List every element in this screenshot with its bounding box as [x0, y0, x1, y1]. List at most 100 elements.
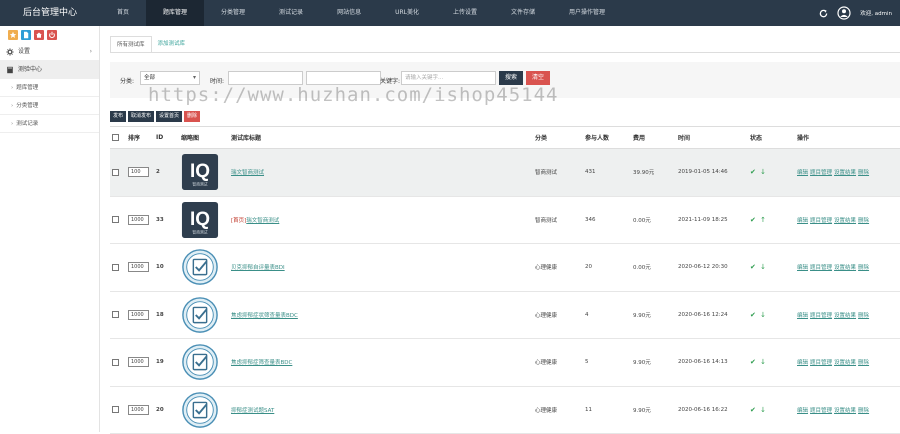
search-button[interactable]: 搜索	[499, 71, 523, 85]
sort-order-input[interactable]: 1000	[128, 262, 149, 273]
start-time-input[interactable]	[228, 71, 303, 85]
row-id: 19	[156, 359, 164, 366]
delete-link[interactable]: 删除	[858, 408, 869, 414]
row-time: 2021-11-09 18:25	[676, 196, 748, 244]
delete-link[interactable]: 删除	[858, 170, 869, 176]
sidebar-subitem[interactable]: › 题库管理	[0, 79, 99, 97]
test-title-link[interactable]: 焦虑抑郁症筛查量表BDC	[231, 360, 292, 366]
clear-button[interactable]: 清空	[526, 71, 550, 85]
edit-link[interactable]: 编辑	[797, 408, 808, 414]
select-all-checkbox[interactable]	[110, 126, 126, 149]
edit-link[interactable]: 编辑	[797, 170, 808, 176]
question-manage-link[interactable]: 题目管理	[810, 408, 832, 414]
delete-link[interactable]: 删除	[858, 313, 869, 319]
top-nav-item[interactable]: 上传设置	[436, 0, 494, 26]
set-result-link[interactable]: 设置结果	[834, 360, 856, 366]
question-manage-link[interactable]: 题目管理	[810, 360, 832, 366]
test-title-link[interactable]: 焦虑抑郁症状筛查量表BDC	[231, 313, 298, 319]
row-checkbox[interactable]	[112, 168, 119, 176]
set-result-link[interactable]: 设置结果	[834, 313, 856, 319]
row-checkbox[interactable]	[112, 358, 119, 366]
top-nav-item[interactable]: 首页	[100, 0, 146, 26]
refresh-icon[interactable]	[819, 9, 828, 18]
question-manage-link[interactable]: 题目管理	[810, 170, 832, 176]
edit-link[interactable]: 编辑	[797, 265, 808, 271]
set-result-link[interactable]: 设置结果	[834, 170, 856, 176]
sidebar-item-test-center[interactable]: 测验中心	[0, 61, 99, 79]
row-id: 18	[156, 311, 164, 318]
sidebar-subitem[interactable]: › 分类管理	[0, 97, 99, 115]
top-nav-item[interactable]: URL美化	[378, 0, 436, 26]
status-icons[interactable]: ✔ ↓	[750, 406, 767, 414]
row-participants: 20	[583, 243, 631, 292]
publish-button[interactable]: 发布	[110, 111, 127, 122]
table-row[interactable]: 1000 18 焦虑抑郁症状筛查量表BDC 心理健康 4 9.90元 2020-06-16 …	[110, 291, 900, 339]
iq-subtext: 智商测试	[192, 182, 207, 187]
tab-all-tests[interactable]: 所有测试库	[110, 36, 152, 53]
set-result-link[interactable]: 设置结果	[834, 265, 856, 271]
col-id: ID	[154, 126, 179, 149]
status-icons[interactable]: ✔ ↓	[750, 168, 767, 176]
row-checkbox[interactable]	[112, 311, 119, 319]
question-manage-link[interactable]: 题目管理	[810, 313, 832, 319]
star-quick-button[interactable]	[8, 29, 18, 40]
sort-order-input[interactable]: 100	[128, 167, 149, 178]
top-nav-item[interactable]: 网站信息	[320, 0, 378, 26]
status-icons[interactable]: ✔ ↓	[750, 311, 767, 319]
file-quick-button[interactable]	[21, 29, 31, 40]
row-fee: 39.90元	[631, 148, 676, 197]
edit-link[interactable]: 编辑	[797, 218, 808, 224]
row-category: 智商测试	[533, 148, 583, 197]
sidebar-item-settings[interactable]: 设置 ›	[0, 43, 99, 61]
row-checkbox[interactable]	[112, 406, 119, 414]
top-nav-item[interactable]: 测试记录	[262, 0, 320, 26]
row-checkbox[interactable]	[112, 216, 119, 224]
home-quick-button[interactable]	[34, 29, 44, 40]
category-select[interactable]: 全部	[140, 71, 200, 85]
top-nav-item[interactable]: 分类管理	[204, 0, 262, 26]
table-row[interactable]: 1000 19 焦虑抑郁症筛查量表BDC 心理健康 5 9.90元 2020-06-16 1…	[110, 338, 900, 387]
quick-buttons	[0, 26, 99, 43]
user-avatar-icon[interactable]	[837, 6, 851, 20]
question-manage-link[interactable]: 题目管理	[810, 218, 832, 224]
set-result-link[interactable]: 设置结果	[834, 218, 856, 224]
status-icons[interactable]: ✔ ↓	[750, 358, 767, 366]
set-result-link[interactable]: 设置结果	[834, 408, 856, 414]
table-row[interactable]: 1000 20 抑郁症测试题SAT 心理健康 11 9.90元 2020-06-16 16:…	[110, 386, 900, 434]
sort-order-input[interactable]: 1000	[128, 309, 149, 320]
top-nav-item[interactable]: 文件存储	[494, 0, 552, 26]
edit-link[interactable]: 编辑	[797, 313, 808, 319]
delete-link[interactable]: 删除	[858, 265, 869, 271]
row-checkbox[interactable]	[112, 263, 119, 271]
test-title-link[interactable]: 贝克抑郁自评量表BDI	[231, 265, 285, 271]
sort-order-input[interactable]: 1000	[128, 214, 149, 225]
delete-link[interactable]: 删除	[858, 218, 869, 224]
power-quick-button[interactable]	[47, 29, 57, 40]
test-library-table: 排序 ID 缩略图 测试库标题 分类 参与人数 费用 时间 状态 操作 100 2…	[110, 126, 900, 434]
sort-order-input[interactable]: 1000	[128, 357, 149, 368]
question-manage-link[interactable]: 题目管理	[810, 265, 832, 271]
edit-link[interactable]: 编辑	[797, 360, 808, 366]
tab-bar: 所有测试库 添加测试库	[110, 36, 191, 53]
end-time-input[interactable]	[306, 71, 381, 85]
delete-link[interactable]: 删除	[858, 360, 869, 366]
row-category: 心理健康	[533, 386, 583, 434]
keyword-input[interactable]: 请输入关键字...	[401, 71, 496, 85]
test-title-link[interactable]: 抑郁症测试题SAT	[231, 408, 274, 414]
top-nav-item[interactable]: 题库管理	[146, 0, 205, 26]
status-icons[interactable]: ✔ ↑	[750, 216, 767, 224]
table-row[interactable]: 100 2 IQ 智商测试 瑞文智商测试 智商测试 431 39.90元 2019-01-05 …	[110, 148, 900, 197]
set-home-button[interactable]: 设置首页	[156, 111, 183, 122]
test-title-link[interactable]: 瑞文智商测试	[231, 170, 264, 176]
sort-order-input[interactable]: 1000	[128, 404, 149, 415]
top-nav-item[interactable]: 用户操作管理	[552, 0, 622, 26]
unpublish-button[interactable]: 取消发布	[128, 111, 155, 122]
table-row[interactable]: 1000 10 贝克抑郁自评量表BDI 心理健康 20 0.00元 2020-06-12 2…	[110, 243, 900, 292]
test-title-link[interactable]: 瑞文智商测试	[246, 218, 279, 224]
tab-add-test[interactable]: 添加测试库	[152, 36, 192, 53]
row-time: 2020-06-16 14:13	[676, 338, 748, 387]
delete-button[interactable]: 删除	[184, 111, 201, 122]
sidebar-subitem[interactable]: › 测试记录	[0, 115, 99, 133]
status-icons[interactable]: ✔ ↓	[750, 263, 767, 271]
table-row[interactable]: 1000 33 IQ 智商测试 [首页]瑞文智商测试 智商测试 346 0.00元 2021-1…	[110, 196, 900, 244]
